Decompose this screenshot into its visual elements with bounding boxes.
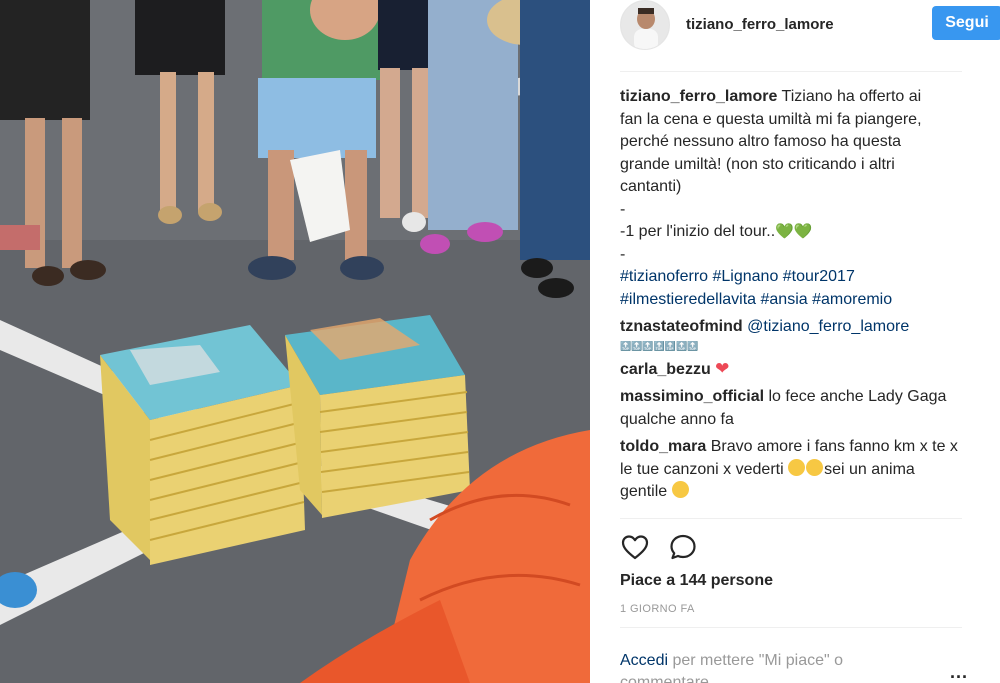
caption-text-line-2: fan la cena e questa umiltà mi fa piange… <box>620 110 922 128</box>
comment-item: toldo_mara Bravo amore i fans fanno km x… <box>620 436 966 504</box>
comment-item: massimino_official lo fece anche Lady Ga… <box>620 386 966 431</box>
caption-hashtags-1[interactable]: #tizianoferro #Lignano #tour2017 <box>620 266 966 289</box>
kiss-emoji-icon <box>671 481 689 498</box>
comment-username[interactable]: toldo_mara <box>620 438 706 455</box>
header-username[interactable]: tiziano_ferro_lamore <box>686 16 834 33</box>
caption-text-line-4: grande umiltà! (non sto criticando i alt… <box>620 155 895 173</box>
wink-emoji-icon <box>806 458 824 476</box>
follow-button[interactable]: Segui <box>932 6 1000 40</box>
caption-text-line-8: - <box>620 245 626 263</box>
comment-username[interactable]: carla_bezzu <box>620 361 711 378</box>
comment-item: tznastateofmind @tiziano_ferro_lamore 🔝🔝… <box>620 316 966 353</box>
login-prompt: Accedi per mettere "Mi piace" o commenta… <box>620 650 920 683</box>
photo-illustration <box>0 0 590 683</box>
comment-username[interactable]: tznastateofmind <box>620 318 743 335</box>
comment-mention[interactable]: @tiziano_ferro_lamore <box>747 318 909 335</box>
caption-username[interactable]: tiziano_ferro_lamore <box>620 88 777 105</box>
post-photo[interactable] <box>0 0 590 683</box>
caption-text-line-7: -1 per l'inizio del tour..💚💚 <box>620 221 966 244</box>
avatar-image <box>621 1 669 49</box>
caption: tiziano_ferro_lamore Tiziano ha offerto … <box>620 86 966 311</box>
heart-outline-icon[interactable] <box>620 532 650 562</box>
login-link[interactable]: Accedi <box>620 652 668 669</box>
caption-text-line-6: - <box>620 200 626 218</box>
likes-count[interactable]: Piace a 144 persone <box>620 572 773 590</box>
top-emoji-icons: 🔝🔝🔝🔝🔝🔝🔝 <box>620 340 699 351</box>
more-options-icon[interactable]: ... <box>950 662 968 683</box>
wink-emoji-icon <box>788 458 806 476</box>
comments-list: tiziano_ferro_lamore Tiziano ha offerto … <box>620 86 966 509</box>
comment-item: carla_bezzu ❤ <box>620 358 966 382</box>
caption-text-line-3: perché nessuno altro famoso ha questa <box>620 133 902 150</box>
caption-text-line-5: cantanti) <box>620 178 682 195</box>
post-timestamp: 1 GIORNO FA <box>620 603 695 615</box>
divider <box>620 627 962 628</box>
caption-text-line-1: Tiziano ha offerto ai <box>781 88 922 105</box>
caption-tour-text: -1 per l'inizio del tour.. <box>620 223 776 240</box>
green-heart-icon: 💚💚 <box>775 223 813 240</box>
comment-username[interactable]: massimino_official <box>620 388 764 405</box>
comment-bubble-icon[interactable] <box>668 532 698 562</box>
post-header: tiziano_ferro_lamore Segui <box>620 0 1000 72</box>
divider <box>620 518 962 519</box>
red-heart-icon: ❤ <box>715 358 730 378</box>
avatar[interactable] <box>620 0 670 50</box>
caption-first-line: tiziano_ferro_lamore Tiziano ha offerto … <box>620 86 966 109</box>
caption-hashtags-2[interactable]: #ilmestieredellavita #ansia #amoremio <box>620 289 966 312</box>
post-side-panel: tiziano_ferro_lamore Segui tiziano_ferro… <box>590 0 1000 683</box>
